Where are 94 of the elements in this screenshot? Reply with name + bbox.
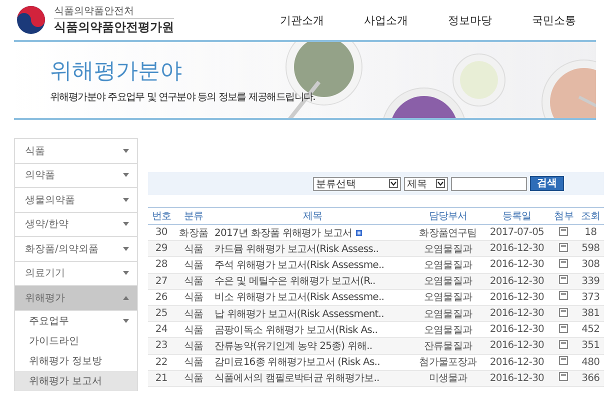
table-cell: 미생물과 — [412, 370, 484, 386]
file-icon[interactable] — [559, 340, 568, 349]
table-cell: 식품 — [174, 240, 213, 257]
table-cell: 25 — [148, 305, 175, 322]
sidebar-subitem[interactable]: 가이드라인 — [15, 330, 137, 350]
table-cell: 308 — [577, 256, 604, 274]
sidebar-subitem[interactable]: 위해평가 보고서 — [15, 370, 137, 390]
caret-icon — [123, 198, 129, 202]
table-cell: 2016-12-30 — [483, 289, 550, 306]
caret-icon — [123, 148, 129, 153]
table-cell: 첨가물포장과 — [412, 354, 484, 370]
report-title-link[interactable]: 2017년 화장품 위해평가 보고서 — [214, 228, 352, 239]
table-cell: 373 — [577, 289, 604, 306]
table-cell: 366 — [577, 370, 604, 386]
column-header: 분류 — [174, 208, 213, 224]
sidebar-item[interactable]: 화장품/의약외품 — [15, 237, 137, 262]
table-cell: 2016-12-30 — [483, 354, 550, 370]
report-title-link[interactable]: 곰팡이독소 위해평가 보고서(Risk As.. — [214, 324, 378, 336]
table-cell: 2016-12-30 — [483, 240, 550, 257]
file-icon[interactable] — [559, 324, 568, 333]
table-cell: 식품 — [174, 338, 213, 354]
table-cell: 339 — [577, 273, 604, 290]
column-header: 조회 — [577, 208, 604, 224]
table-cell: 식품 — [174, 305, 213, 322]
sidebar-item[interactable]: 생물의약품 — [15, 188, 137, 212]
table-cell: 27 — [148, 273, 175, 290]
dropdown-arrow-icon — [389, 179, 398, 188]
table-cell: 식품 — [174, 370, 213, 386]
sidebar-item[interactable]: 의약품 — [15, 164, 137, 188]
table-cell: 2016-12-30 — [483, 256, 550, 274]
caret-icon — [123, 222, 129, 226]
field-select[interactable]: 제목 — [404, 176, 448, 190]
table-cell: 23 — [148, 338, 175, 354]
sidebar-item[interactable]: 식품 — [15, 139, 137, 164]
nav-link[interactable]: 정보마당 — [448, 12, 492, 28]
table-cell: 21 — [148, 370, 175, 386]
search-button[interactable]: 검색 — [530, 176, 564, 191]
report-title-link[interactable]: 주석 위해평가 보고서(Risk Assessme.. — [214, 260, 384, 271]
table-cell: 오염물질과 — [412, 289, 484, 306]
caret-icon — [123, 246, 129, 251]
column-header: 등록일 — [483, 208, 550, 224]
table-cell: 598 — [577, 240, 604, 257]
table-cell: 잔류물질과 — [412, 338, 484, 354]
table-cell: 29 — [148, 240, 175, 257]
table-cell: 오염물질과 — [412, 273, 484, 290]
table-cell: 381 — [577, 305, 604, 322]
table-cell: 2016-12-30 — [483, 273, 550, 290]
sidebar-subitem[interactable]: 주요업무 — [15, 310, 137, 330]
column-header: 담당부서 — [412, 208, 484, 224]
table-cell: 2016-12-30 — [483, 338, 550, 354]
file-icon[interactable] — [559, 372, 568, 382]
sidebar-item[interactable]: 생약/한약 — [15, 212, 137, 237]
table-cell: 351 — [577, 338, 604, 354]
table-cell: 28 — [148, 256, 175, 274]
table-cell: 480 — [577, 354, 604, 370]
table-cell: 오염물질과 — [412, 305, 484, 322]
table-cell: 2016-12-30 — [483, 305, 550, 322]
ministry-name: 식품의약품안전처 — [54, 5, 135, 18]
file-icon[interactable] — [559, 226, 568, 236]
caret-icon — [123, 173, 129, 178]
table-cell: 식품 — [174, 289, 213, 306]
file-icon[interactable] — [559, 308, 568, 317]
column-header: 첨부 — [550, 208, 578, 224]
report-title-link[interactable]: 감미료16종 위해평가보고서 (Risk As.. — [214, 357, 380, 368]
emblem-logo-icon — [16, 5, 46, 35]
column-header: 번호 — [148, 208, 175, 224]
caret-icon — [123, 318, 129, 322]
table-cell: 26 — [148, 289, 175, 306]
file-icon[interactable] — [559, 258, 568, 268]
caret-icon — [123, 271, 129, 276]
table-cell: 식품 — [174, 354, 213, 370]
nav-link[interactable]: 기관소개 — [280, 12, 324, 28]
banner-subtitle: 위해평가분야 주요업무 및 연구분야 등의 정보를 제공해드립니다. — [50, 91, 316, 104]
file-icon[interactable] — [559, 356, 568, 366]
table-cell: 식품 — [174, 256, 213, 274]
caret-icon — [123, 296, 129, 300]
table-cell: 오염물질과 — [412, 240, 484, 257]
banner-title: 위해평가분야 — [50, 58, 183, 86]
institute-name[interactable]: 식품의약품안전평가원 — [54, 18, 174, 36]
sidebar-subitem[interactable]: 위해평가 정보방 — [15, 350, 137, 370]
dropdown-arrow-icon — [436, 179, 445, 188]
file-icon[interactable] — [559, 291, 568, 300]
table-cell: 오염물질과 — [412, 256, 484, 274]
file-icon[interactable] — [559, 242, 568, 252]
file-icon[interactable] — [559, 275, 568, 284]
report-title-link[interactable]: 비소 위해평가 보고서(Risk Assessme.. — [214, 292, 384, 304]
table-cell: 22 — [148, 354, 175, 370]
table-cell: 식품 — [174, 273, 213, 290]
nav-link[interactable]: 사업소개 — [364, 12, 408, 28]
column-header: 제목 — [212, 208, 412, 224]
category-select[interactable]: 분류선택 — [313, 176, 401, 190]
table-cell: 2016-12-30 — [483, 370, 550, 386]
search-input[interactable] — [451, 176, 527, 190]
nav-link[interactable]: 국민소통 — [532, 12, 576, 28]
